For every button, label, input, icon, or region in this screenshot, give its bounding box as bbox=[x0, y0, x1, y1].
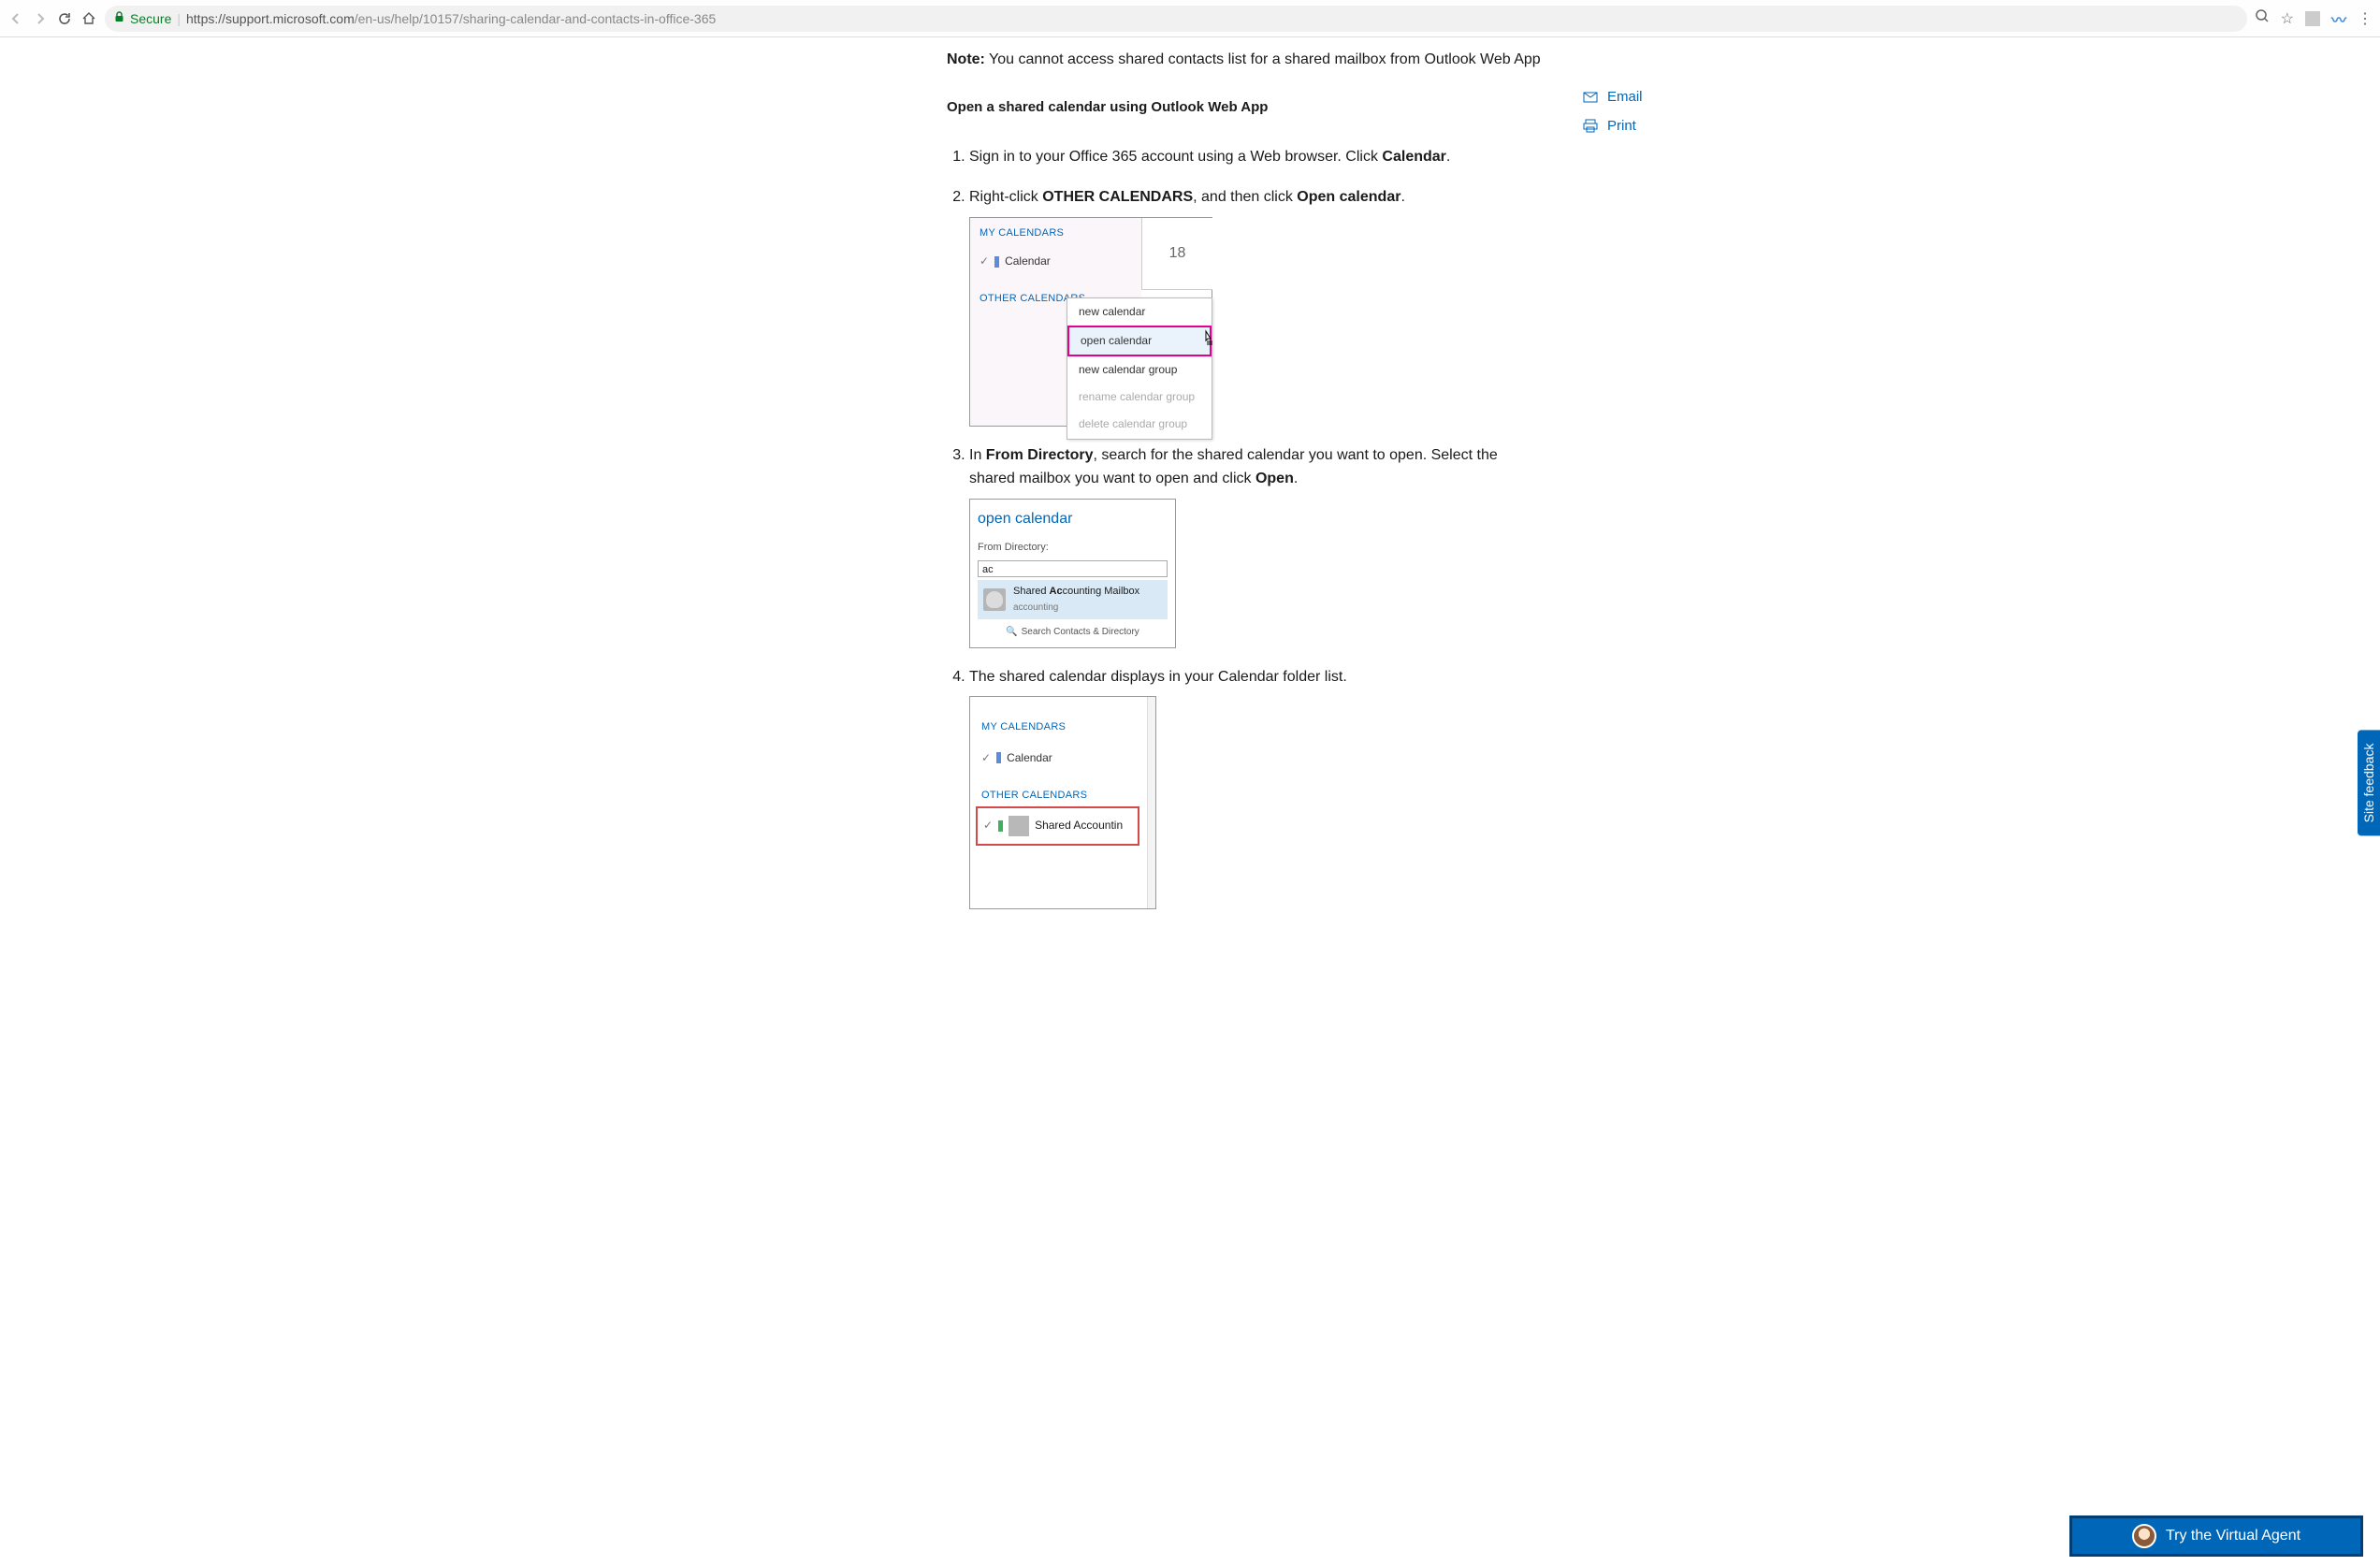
screenshot-open-calendar-dialog: open calendar From Directory: ac Shared … bbox=[969, 499, 1176, 648]
address-bar[interactable]: Secure | https://support.microsoft.com/e… bbox=[105, 6, 2247, 32]
site-feedback-tab[interactable]: Site feedback bbox=[2358, 731, 2380, 836]
check-icon: ✓ bbox=[980, 253, 989, 270]
step-4: The shared calendar displays in your Cal… bbox=[969, 665, 1546, 910]
back-button bbox=[7, 10, 24, 27]
result-name: Shared Accounting Mailbox bbox=[1013, 584, 1139, 601]
article-content: Note: You cannot access shared contacts … bbox=[947, 49, 1546, 909]
result-subtext: accounting bbox=[1013, 601, 1139, 616]
steps-list: Sign in to your Office 365 account using… bbox=[947, 145, 1546, 910]
shared-calendar-name: Shared Accountin bbox=[1035, 817, 1123, 834]
menu-icon[interactable]: ⋮ bbox=[2358, 9, 2373, 28]
lock-icon bbox=[114, 11, 124, 25]
scrollbar[interactable] bbox=[1147, 697, 1155, 908]
other-calendars-header-2: OTHER CALENDARS bbox=[981, 788, 1139, 805]
virtual-agent-button[interactable]: Try the Virtual Agent bbox=[2069, 1515, 2363, 1557]
check-icon: ✓ bbox=[981, 749, 991, 767]
note-label: Note: bbox=[947, 51, 985, 67]
menu-new-calendar[interactable]: new calendar bbox=[1067, 298, 1212, 326]
email-icon bbox=[1583, 90, 1598, 105]
avatar-icon bbox=[983, 588, 1006, 611]
forward-button bbox=[32, 10, 49, 27]
menu-rename-calendar-group: rename calendar group bbox=[1067, 384, 1212, 411]
calendar-color-swatch bbox=[994, 256, 999, 268]
dialog-title: open calendar bbox=[976, 505, 1169, 537]
search-icon: 🔍 bbox=[1006, 627, 1017, 637]
calendar-day-cell: 18 bbox=[1141, 218, 1212, 290]
article-actions: Email Print bbox=[1583, 89, 1643, 147]
calendar-color-swatch-green bbox=[998, 820, 1003, 832]
url-text: https://support.microsoft.com/en-us/help… bbox=[186, 11, 716, 26]
avatar-icon bbox=[1009, 816, 1029, 836]
reload-button[interactable] bbox=[56, 10, 73, 27]
menu-delete-calendar-group: delete calendar group bbox=[1067, 411, 1212, 438]
home-button[interactable] bbox=[80, 10, 97, 27]
bookmark-icon[interactable]: ☆ bbox=[2281, 9, 2294, 28]
directory-search-input[interactable]: ac bbox=[978, 560, 1168, 577]
menu-new-calendar-group[interactable]: new calendar group bbox=[1067, 356, 1212, 384]
search-contacts-link[interactable]: 🔍Search Contacts & Directory bbox=[976, 619, 1169, 640]
calendar-item-2: ✓ Calendar bbox=[981, 749, 1139, 767]
secure-label: Secure bbox=[130, 11, 171, 26]
context-menu: new calendar open calendar new calendar … bbox=[1067, 297, 1212, 440]
email-action[interactable]: Email bbox=[1583, 89, 1643, 105]
zoom-icon[interactable] bbox=[2255, 8, 2270, 28]
my-calendars-header-2: MY CALENDARS bbox=[981, 719, 1139, 736]
check-icon: ✓ bbox=[983, 817, 993, 834]
calendar-color-swatch bbox=[996, 752, 1001, 763]
shared-calendar-highlight: ✓ Shared Accountin bbox=[976, 806, 1139, 846]
calendar-item: ✓ Calendar bbox=[980, 253, 1132, 270]
step-2: Right-click OTHER CALENDARS, and then cl… bbox=[969, 185, 1546, 427]
search-result-row[interactable]: Shared Accounting Mailbox accounting bbox=[978, 580, 1168, 619]
cursor-icon bbox=[1202, 329, 1217, 354]
menu-open-calendar[interactable]: open calendar bbox=[1067, 326, 1212, 356]
print-action[interactable]: Print bbox=[1583, 118, 1643, 134]
step-1: Sign in to your Office 365 account using… bbox=[969, 145, 1546, 169]
profile-icon[interactable]: 〰 bbox=[2331, 7, 2346, 30]
browser-toolbar: Secure | https://support.microsoft.com/e… bbox=[0, 0, 2380, 37]
note-paragraph: Note: You cannot access shared contacts … bbox=[947, 49, 1546, 71]
section-heading: Open a shared calendar using Outlook Web… bbox=[947, 97, 1546, 119]
virtual-agent-avatar-icon bbox=[2132, 1524, 2156, 1548]
my-calendars-header: MY CALENDARS bbox=[980, 225, 1132, 242]
screenshot-calendar-folder-list: MY CALENDARS ✓ Calendar OTHER CALENDARS … bbox=[969, 696, 1156, 909]
print-icon bbox=[1583, 119, 1598, 134]
step-3: In From Directory, search for the shared… bbox=[969, 443, 1546, 648]
screenshot-other-calendars-menu: MY CALENDARS ✓ Calendar OTHER CALENDARS … bbox=[969, 217, 1212, 427]
from-directory-label: From Directory: bbox=[976, 536, 1169, 560]
extension-icon[interactable] bbox=[2305, 11, 2320, 26]
